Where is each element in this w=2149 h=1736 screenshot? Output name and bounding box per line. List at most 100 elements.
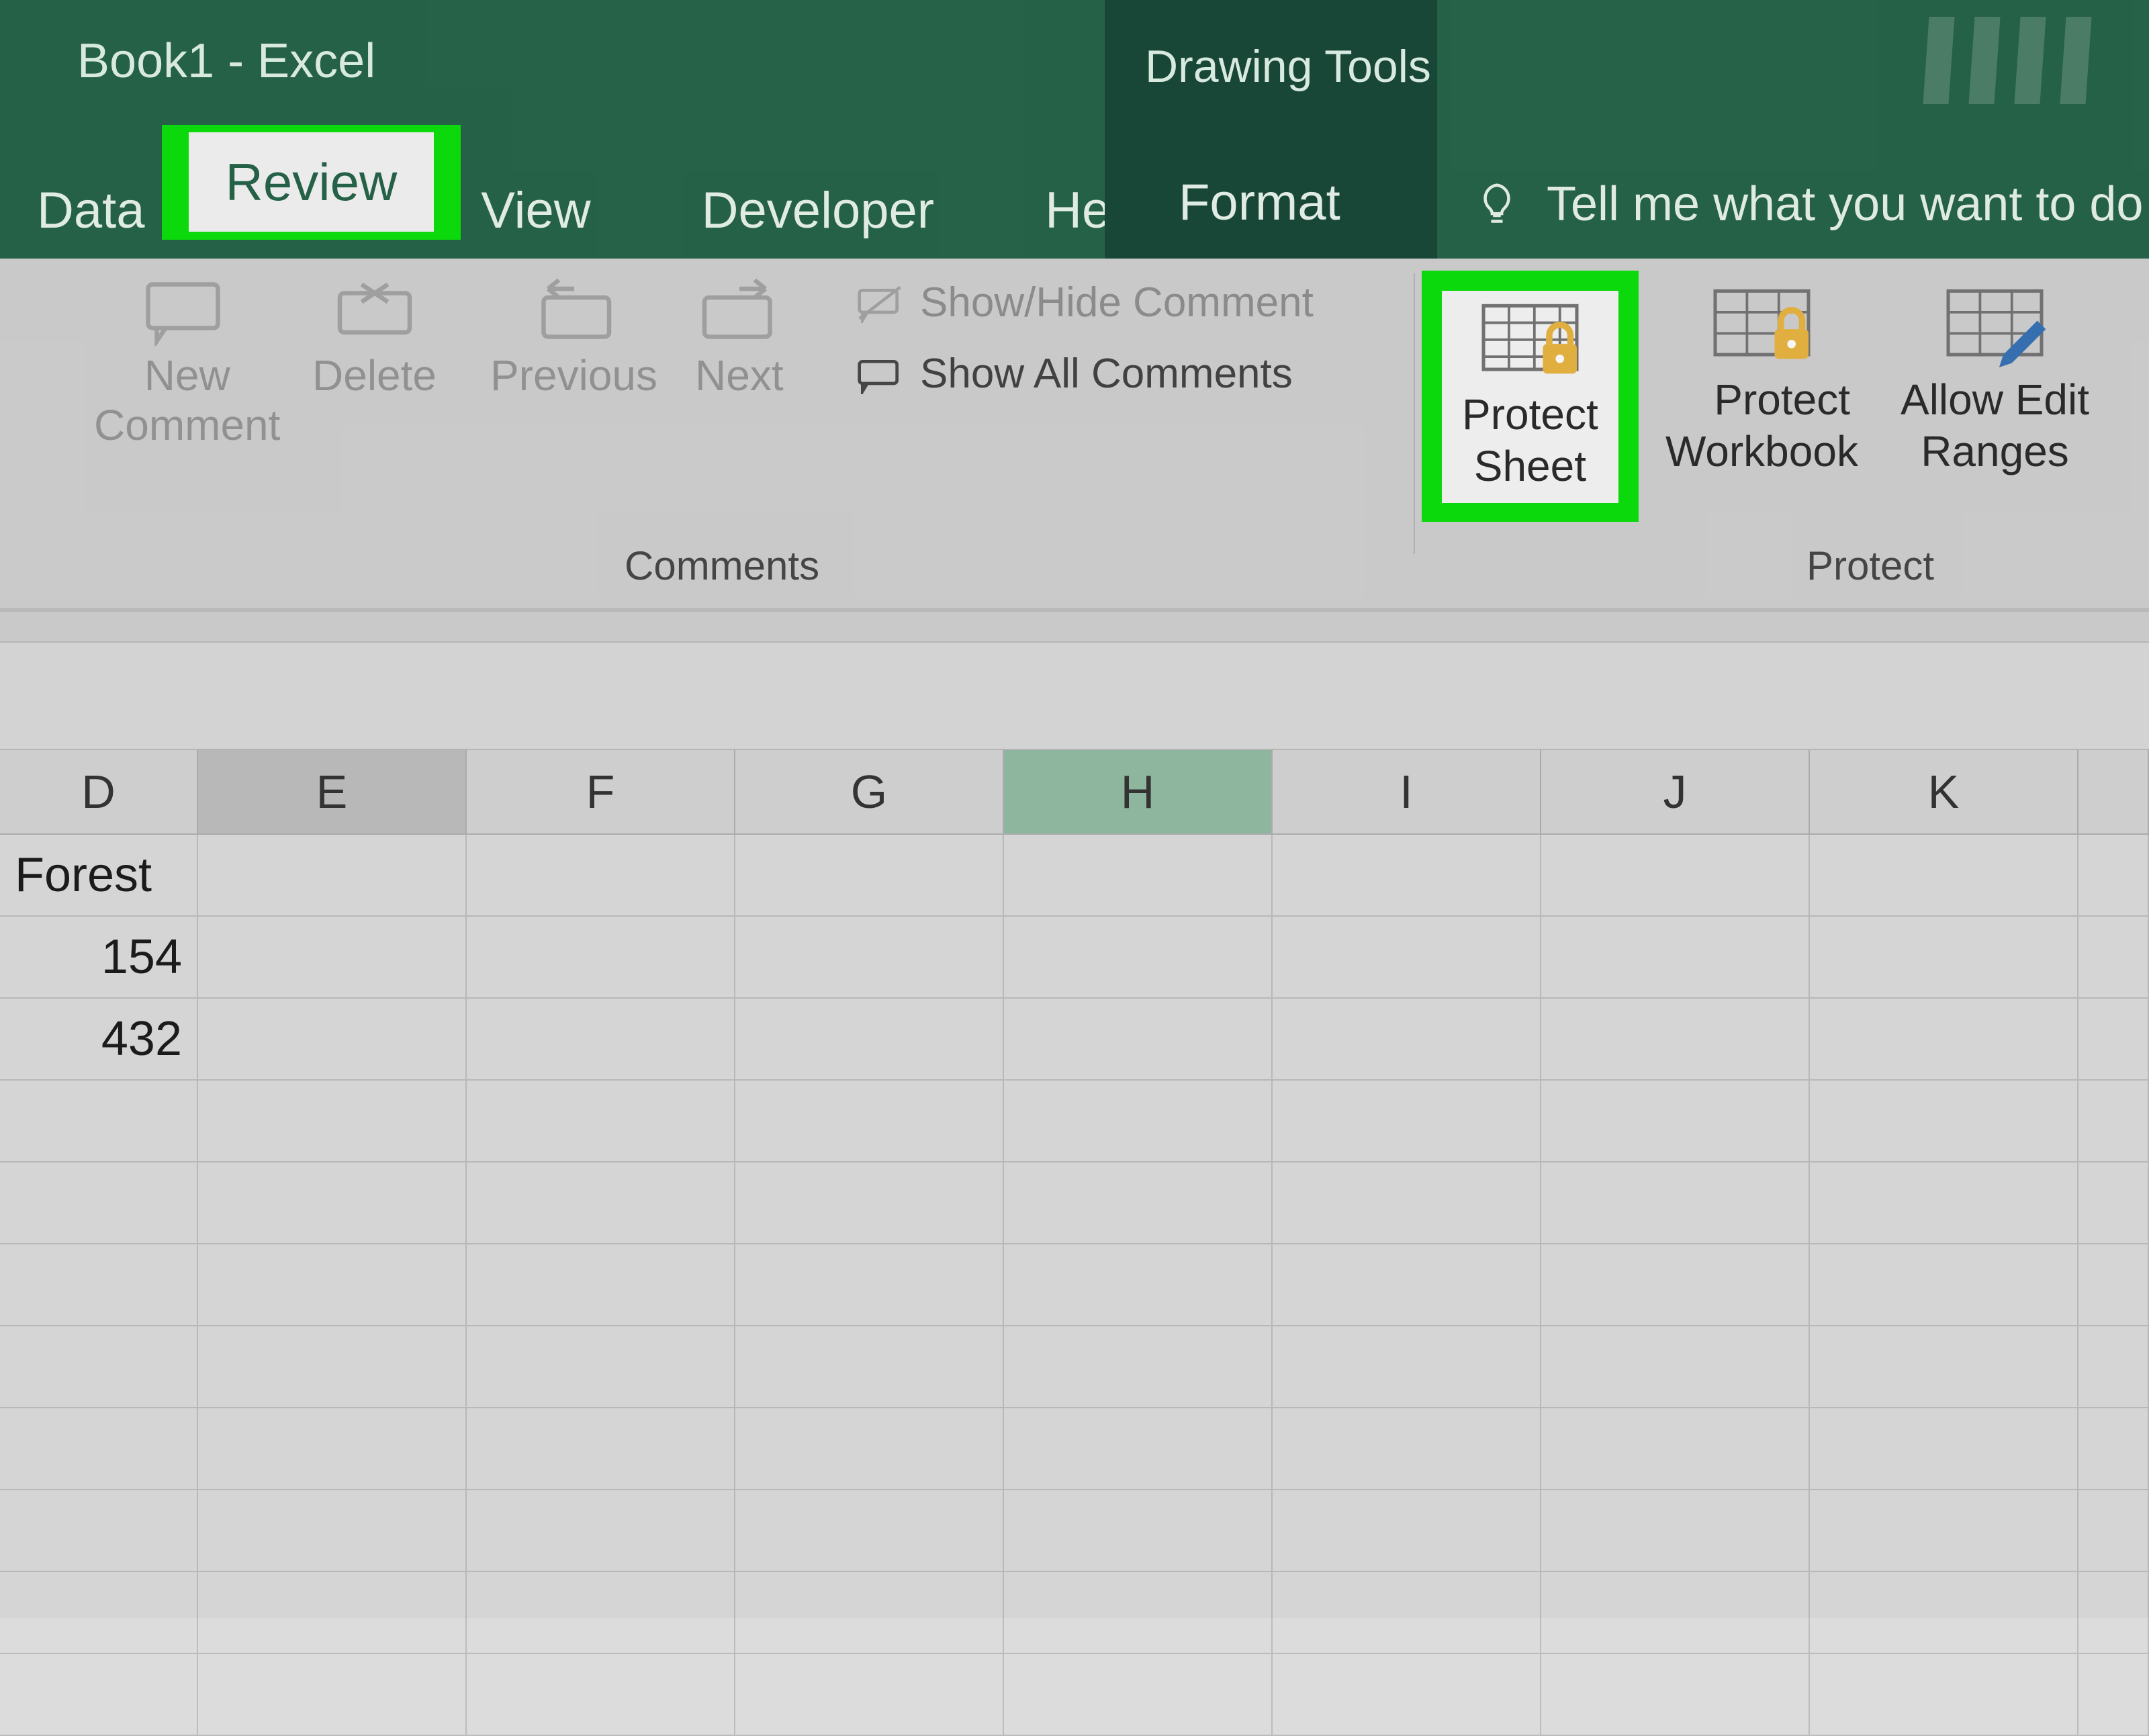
cell[interactable] (735, 1244, 1004, 1326)
cell[interactable] (1004, 835, 1273, 917)
cell[interactable] (1004, 1654, 1273, 1736)
new-comment-button[interactable]: NewComment (94, 275, 280, 450)
cell[interactable] (1810, 835, 2078, 917)
cell[interactable] (735, 1326, 1004, 1408)
cell[interactable] (2078, 917, 2149, 999)
cell[interactable] (735, 1572, 1004, 1654)
cell[interactable] (1273, 1326, 1541, 1408)
cell[interactable] (1810, 1490, 2078, 1572)
cell[interactable] (1810, 1244, 2078, 1326)
cell[interactable] (2078, 1326, 2149, 1408)
cell[interactable] (467, 1244, 735, 1326)
cell[interactable] (1810, 1408, 2078, 1490)
cell[interactable] (198, 1244, 467, 1326)
cell[interactable] (1273, 1244, 1541, 1326)
cell[interactable] (0, 1490, 198, 1572)
cell[interactable] (0, 1654, 198, 1736)
allow-edit-ranges-button[interactable]: Allow EditRanges (1901, 287, 2089, 477)
formula-bar-area[interactable] (0, 641, 2149, 750)
cell[interactable]: 154 (0, 917, 198, 999)
cell[interactable] (1273, 1162, 1541, 1244)
cell[interactable] (735, 1162, 1004, 1244)
protect-workbook-button[interactable]: WProtectWorkbook (1665, 287, 1858, 477)
cell[interactable] (1541, 1572, 1810, 1654)
cell[interactable] (1541, 1490, 1810, 1572)
cell[interactable] (198, 835, 467, 917)
cell[interactable] (2078, 1081, 2149, 1162)
cell[interactable] (1004, 999, 1273, 1081)
cell[interactable] (0, 1162, 198, 1244)
column-header-k[interactable]: K (1810, 750, 2078, 835)
cell[interactable]: 432 (0, 999, 198, 1081)
cell[interactable] (1273, 1408, 1541, 1490)
cell[interactable] (467, 1490, 735, 1572)
cell[interactable] (0, 1244, 198, 1326)
cell[interactable] (467, 835, 735, 917)
next-comment-button[interactable]: Next (695, 275, 784, 401)
cell[interactable] (1810, 1162, 2078, 1244)
cell[interactable] (467, 1654, 735, 1736)
delete-comment-button[interactable]: Delete (312, 275, 437, 401)
column-header-d[interactable]: D (0, 750, 198, 835)
cell[interactable] (2078, 1244, 2149, 1326)
cell[interactable] (1541, 1162, 1810, 1244)
cell[interactable] (1810, 999, 2078, 1081)
cell[interactable] (1004, 917, 1273, 999)
cell[interactable] (198, 999, 467, 1081)
cell[interactable] (1541, 1326, 1810, 1408)
cell[interactable] (1004, 1081, 1273, 1162)
cell[interactable] (735, 1081, 1004, 1162)
previous-comment-button[interactable]: Previous (490, 275, 657, 401)
cell[interactable] (2078, 1572, 2149, 1654)
cell[interactable] (1273, 1572, 1541, 1654)
cell[interactable] (2078, 1162, 2149, 1244)
cell[interactable] (2078, 1490, 2149, 1572)
cell[interactable] (1810, 1572, 2078, 1654)
cell[interactable]: Forest (0, 835, 198, 917)
cell[interactable] (0, 1326, 198, 1408)
cell[interactable] (2078, 1654, 2149, 1736)
cell[interactable] (198, 1408, 467, 1490)
cell[interactable] (1810, 1654, 2078, 1736)
cell[interactable] (198, 1490, 467, 1572)
tell-me-search[interactable]: Tell me what you want to do (1474, 177, 2143, 232)
cell[interactable] (1004, 1326, 1273, 1408)
cell[interactable] (1541, 1081, 1810, 1162)
column-header-overflow[interactable] (2078, 750, 2149, 835)
cell[interactable] (1810, 1081, 2078, 1162)
cell[interactable] (735, 1490, 1004, 1572)
cell[interactable] (1810, 917, 2078, 999)
cell[interactable] (467, 1162, 735, 1244)
cell[interactable] (1541, 1408, 1810, 1490)
cell[interactable] (467, 1326, 735, 1408)
cell[interactable] (0, 1572, 198, 1654)
cell[interactable] (198, 1326, 467, 1408)
cell[interactable] (1541, 835, 1810, 917)
cell[interactable] (735, 1408, 1004, 1490)
cell[interactable] (198, 1162, 467, 1244)
cell[interactable] (1810, 1326, 2078, 1408)
cell[interactable] (735, 1654, 1004, 1736)
cell[interactable] (467, 917, 735, 999)
cell[interactable] (1273, 999, 1541, 1081)
cell[interactable] (467, 1572, 735, 1654)
cell[interactable] (1004, 1572, 1273, 1654)
show-all-comments-button[interactable]: Show All Comments (856, 350, 1314, 398)
protect-sheet-button[interactable]: ProtectSheet (1442, 291, 1618, 503)
cell[interactable] (198, 1654, 467, 1736)
tab-review[interactable]: Review (189, 132, 435, 232)
cell[interactable] (2078, 1408, 2149, 1490)
cell[interactable] (198, 1572, 467, 1654)
column-header-j[interactable]: J (1541, 750, 1810, 835)
tab-developer[interactable]: Developer (702, 181, 971, 240)
column-header-i[interactable]: I (1273, 750, 1541, 835)
cell[interactable] (1273, 1654, 1541, 1736)
cell[interactable] (198, 917, 467, 999)
column-header-h[interactable]: H (1004, 750, 1273, 835)
cell[interactable] (198, 1081, 467, 1162)
cell[interactable] (1541, 999, 1810, 1081)
show-hide-comment-button[interactable]: Show/Hide Comment (856, 279, 1314, 326)
column-header-f[interactable]: F (467, 750, 735, 835)
cell[interactable] (467, 1408, 735, 1490)
cell[interactable] (467, 1081, 735, 1162)
